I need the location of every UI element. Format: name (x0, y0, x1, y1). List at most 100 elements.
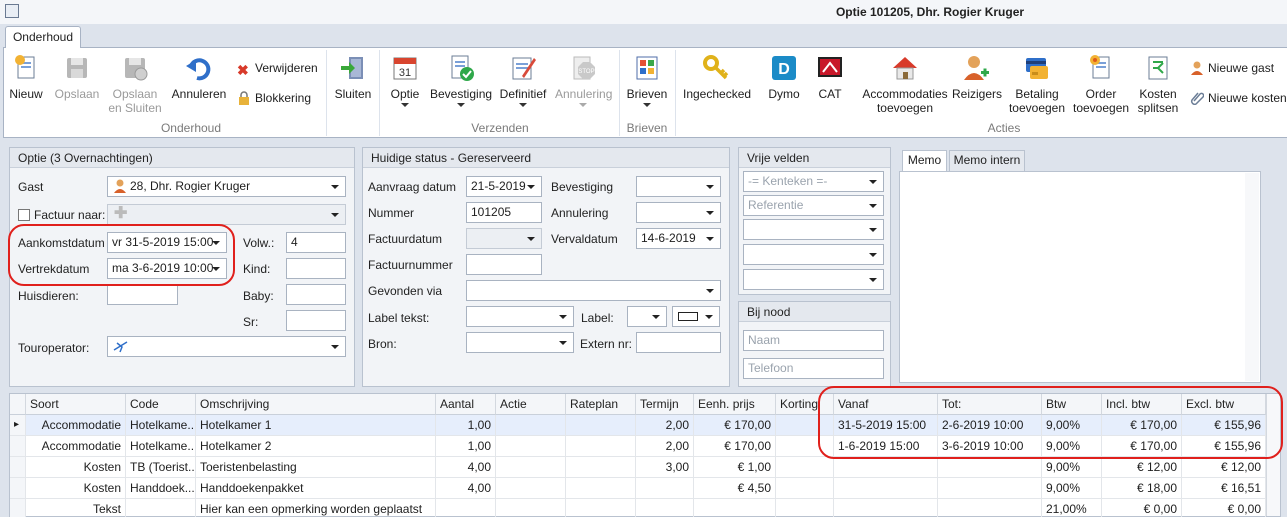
table-cell[interactable]: € 18,00 (1102, 478, 1182, 499)
table-cell[interactable] (566, 436, 636, 457)
cat-button[interactable]: CAT (813, 54, 847, 101)
table-cell[interactable] (126, 499, 196, 517)
gast-select[interactable]: 28, Dhr. Rogier Kruger (107, 176, 346, 197)
table-cell[interactable] (694, 499, 776, 517)
optie-button[interactable]: 31 Optie (387, 54, 423, 107)
nieuwe-gast-button[interactable]: Nieuwe gast (1190, 61, 1274, 75)
kosten-splitsen-button[interactable]: Kosten splitsen (1135, 54, 1181, 115)
table-cell[interactable]: 9,00% (1042, 478, 1102, 499)
annulering-select[interactable] (636, 202, 721, 223)
table-cell[interactable]: Hier kan een opmerking worden geplaatst (196, 499, 436, 517)
table-cell[interactable] (776, 457, 834, 478)
sluiten-button[interactable]: Sluiten (334, 54, 372, 101)
table-cell[interactable]: Hotelkamer 1 (196, 415, 436, 436)
sr-field[interactable] (286, 310, 346, 331)
table-cell[interactable]: 3,00 (636, 457, 694, 478)
label-select[interactable] (627, 306, 667, 327)
row-indicator[interactable] (10, 478, 26, 499)
accommodaties-toevoegen-button[interactable]: Accommodaties toevoegen (862, 54, 948, 115)
table-cell[interactable] (496, 415, 566, 436)
row-indicator[interactable] (10, 499, 26, 517)
telefoon-field[interactable]: Telefoon (743, 358, 884, 379)
table-cell[interactable] (566, 478, 636, 499)
volw-field[interactable]: 4 (286, 232, 346, 253)
table-cell[interactable] (496, 499, 566, 517)
table-cell[interactable]: 4,00 (436, 478, 496, 499)
column-header[interactable]: Actie (496, 394, 566, 415)
opslaan-sluiten-button[interactable]: Opslaan en Sluiten (107, 54, 163, 115)
table-cell[interactable]: Tekst (26, 499, 126, 517)
table-cell[interactable]: 1,00 (436, 415, 496, 436)
column-header[interactable]: Eenh. prijs (694, 394, 776, 415)
table-cell[interactable] (776, 499, 834, 517)
tab-memo-intern[interactable]: Memo intern (949, 150, 1025, 171)
table-cell[interactable] (496, 436, 566, 457)
naam-field[interactable]: Naam (743, 330, 884, 351)
table-cell[interactable] (636, 499, 694, 517)
huisdieren-field[interactable] (107, 284, 178, 305)
table-cell[interactable]: Accommodatie (26, 436, 126, 457)
column-header[interactable]: Termijn (636, 394, 694, 415)
factuurnummer-field[interactable] (466, 254, 542, 275)
table-cell[interactable]: Handdoekenpakket (196, 478, 436, 499)
table-cell[interactable] (834, 478, 938, 499)
memo-scrollbar[interactable] (1245, 173, 1259, 381)
dymo-button[interactable]: D Dymo (766, 54, 802, 101)
table-cell[interactable] (496, 457, 566, 478)
annuleren-button[interactable]: Annuleren (171, 54, 227, 101)
table-cell[interactable] (938, 457, 1042, 478)
row-indicator[interactable]: ▸ (10, 415, 26, 436)
table-cell[interactable] (436, 499, 496, 517)
blokkering-button[interactable]: Blokkering (237, 91, 311, 105)
column-header[interactable]: Rateplan (566, 394, 636, 415)
annulering-button[interactable]: STOP Annulering (555, 54, 612, 107)
row-indicator[interactable] (10, 457, 26, 478)
table-cell[interactable]: 2,00 (636, 436, 694, 457)
table-cell[interactable]: Hotelkamer 2 (196, 436, 436, 457)
table-cell[interactable]: € 12,00 (1102, 457, 1182, 478)
order-toevoegen-button[interactable]: Order toevoegen (1073, 54, 1129, 115)
table-cell[interactable]: 9,00% (1042, 457, 1102, 478)
brieven-button[interactable]: Brieven (626, 54, 668, 107)
ingechecked-button[interactable]: Ingechecked (683, 54, 751, 101)
row-indicator[interactable] (10, 436, 26, 457)
factuur-checkbox[interactable] (18, 209, 30, 221)
column-header[interactable]: Soort (26, 394, 126, 415)
bron-select[interactable] (466, 332, 574, 353)
nummer-field[interactable]: 101205 (466, 202, 542, 223)
vervaldatum-date[interactable]: 14-6-2019 (636, 228, 721, 249)
verwijderen-button[interactable]: ✖ Verwijderen (237, 61, 318, 77)
definitief-button[interactable]: Definitief (498, 54, 548, 107)
extern-field[interactable] (636, 332, 721, 353)
vrij-veld-3[interactable] (743, 219, 884, 240)
table-cell[interactable]: € 16,51 (1182, 478, 1266, 499)
bevestiging-button[interactable]: Bevestiging (430, 54, 492, 107)
table-cell[interactable]: € 170,00 (694, 436, 776, 457)
factuurdatum-date[interactable] (466, 228, 542, 249)
factuur-select[interactable]: ✚ (107, 204, 346, 225)
table-cell[interactable]: € 0,00 (1102, 499, 1182, 517)
table-cell[interactable] (566, 415, 636, 436)
nieuw-button[interactable]: Nieuw (7, 54, 45, 101)
reizigers-button[interactable]: Reizigers (952, 54, 1002, 101)
kenteken-select[interactable]: -= Kenteken =- (743, 171, 884, 192)
table-cell[interactable]: Kosten (26, 478, 126, 499)
table-cell[interactable] (566, 457, 636, 478)
column-header[interactable]: Code (126, 394, 196, 415)
table-cell[interactable]: 1,00 (436, 436, 496, 457)
table-cell[interactable]: € 4,50 (694, 478, 776, 499)
opslaan-button[interactable]: Opslaan (52, 54, 102, 101)
table-cell[interactable]: TB (Toerist... (126, 457, 196, 478)
vrij-veld-5[interactable] (743, 269, 884, 290)
table-cell[interactable] (636, 478, 694, 499)
table-cell[interactable] (834, 457, 938, 478)
table-cell[interactable]: € 1,00 (694, 457, 776, 478)
gevonden-select[interactable] (466, 280, 721, 301)
table-cell[interactable] (938, 478, 1042, 499)
table-cell[interactable]: € 0,00 (1182, 499, 1266, 517)
tab-memo[interactable]: Memo (902, 150, 947, 171)
touroperator-select[interactable] (107, 336, 346, 357)
nieuwe-kosten-button[interactable]: Nieuwe kosten (1190, 91, 1287, 106)
betaling-toevoegen-button[interactable]: Betaling toevoegen (1006, 54, 1068, 115)
table-cell[interactable]: Hotelkame... (126, 436, 196, 457)
